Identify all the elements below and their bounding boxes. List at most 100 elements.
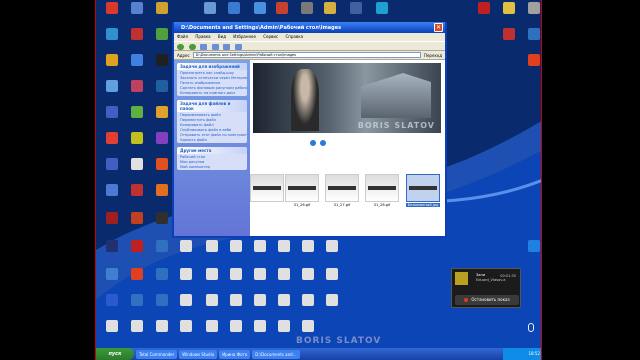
stop-show-button[interactable]: Остановить показ <box>455 295 519 305</box>
desktop-icon[interactable] <box>272 268 296 281</box>
taskbar-button[interactable]: Total Commander <box>136 349 178 359</box>
forward-icon[interactable] <box>188 44 196 50</box>
desktop-icon[interactable] <box>100 106 124 119</box>
desktop-icon[interactable] <box>248 320 272 333</box>
menu-help[interactable]: Справка <box>285 34 303 39</box>
desktop-icon[interactable] <box>125 2 149 15</box>
image-preview[interactable]: BORIS SLATOV <box>253 63 441 133</box>
desktop-icon[interactable] <box>320 268 344 281</box>
desktop-icon[interactable] <box>100 132 124 145</box>
go-button[interactable]: Переход <box>424 53 442 58</box>
desktop-icon[interactable] <box>318 2 342 15</box>
previous-icon[interactable] <box>310 140 316 146</box>
close-button[interactable]: ✕ <box>434 23 443 32</box>
desktop-icon[interactable] <box>100 2 124 15</box>
system-tray-clock[interactable]: 18:52 <box>503 348 541 360</box>
desktop-icon[interactable] <box>200 320 224 333</box>
panel-header[interactable]: Другие места <box>177 147 247 155</box>
explorer-window[interactable]: D:\Documents and Settings\Admin\Рабочий … <box>172 22 447 238</box>
desktop-icon[interactable] <box>472 2 496 15</box>
desktop-icon[interactable] <box>224 294 248 307</box>
panel-header[interactable]: Задачи для изображений <box>177 63 247 70</box>
menu-edit[interactable]: Правка <box>195 34 210 39</box>
desktop-icon[interactable] <box>272 320 296 333</box>
thumbnail-item[interactable]: Безымянный.jpg <box>406 174 440 207</box>
desktop-icon[interactable] <box>125 106 149 119</box>
desktop-icon[interactable] <box>174 294 198 307</box>
desktop-icon[interactable] <box>272 294 296 307</box>
desktop-icon[interactable] <box>174 320 198 333</box>
thumbnail-item[interactable]: 31_28.gif <box>365 174 399 207</box>
menu-tools[interactable]: Сервис <box>263 34 278 39</box>
desktop-icon[interactable] <box>497 2 521 15</box>
desktop-icon[interactable] <box>296 268 320 281</box>
desktop-icon[interactable] <box>296 320 320 333</box>
next-icon[interactable] <box>319 140 326 146</box>
window-title[interactable]: D:\Documents and Settings\Admin\Рабочий … <box>174 22 445 33</box>
desktop-icon[interactable] <box>150 294 174 307</box>
desktop-icon[interactable] <box>150 184 174 197</box>
desktop-icon[interactable] <box>150 80 174 93</box>
task-copy-cd[interactable]: Копировать на компакт-диск <box>177 91 247 96</box>
desktop-icon[interactable] <box>224 240 248 253</box>
address-input[interactable]: D:\Documents and Settings\Admin\Рабочий … <box>192 52 421 58</box>
desktop-icon[interactable] <box>296 294 320 307</box>
desktop-icon[interactable] <box>150 320 174 333</box>
desktop-icon[interactable] <box>100 28 124 41</box>
desktop-icon[interactable] <box>125 158 149 171</box>
desktop-icon[interactable] <box>125 268 149 281</box>
desktop-icon[interactable] <box>150 132 174 145</box>
taskbar-button[interactable]: Windows Studio <box>179 349 218 359</box>
desktop-icon[interactable] <box>320 240 344 253</box>
folders-icon[interactable] <box>223 44 231 50</box>
desktop-icon[interactable] <box>150 268 174 281</box>
desktop-icon[interactable] <box>370 2 394 15</box>
start-button[interactable]: пуск <box>96 348 134 360</box>
desktop-icon[interactable] <box>100 240 124 253</box>
desktop-icon[interactable] <box>295 2 319 15</box>
desktop-icon[interactable] <box>200 268 224 281</box>
desktop-icon[interactable] <box>125 184 149 197</box>
place-my-computer[interactable]: Мой компьютер <box>177 164 247 169</box>
desktop-icon[interactable] <box>150 2 174 15</box>
desktop-icon[interactable] <box>198 2 222 15</box>
views-icon[interactable] <box>234 44 242 50</box>
desktop-icon[interactable] <box>150 106 174 119</box>
desktop-icon[interactable] <box>125 132 149 145</box>
task-delete[interactable]: Удалить файл <box>177 138 247 143</box>
desktop-icon[interactable] <box>100 268 124 281</box>
desktop-icon[interactable] <box>248 268 272 281</box>
desktop-icon[interactable] <box>150 158 174 171</box>
desktop-icon[interactable] <box>522 54 541 67</box>
desktop-icon[interactable] <box>320 294 344 307</box>
desktop-icon[interactable] <box>174 240 198 253</box>
desktop-icon[interactable] <box>272 240 296 253</box>
task-order-prints[interactable]: Заказать отпечатки через Интернет <box>177 75 247 80</box>
desktop-icon[interactable] <box>296 240 320 253</box>
desktop-icon[interactable] <box>222 2 246 15</box>
taskbar-button[interactable]: D:\Documents and... <box>252 349 300 359</box>
desktop-icon[interactable] <box>522 240 541 253</box>
desktop-icon[interactable] <box>200 294 224 307</box>
panel-header[interactable]: Задачи для файлов и папок <box>177 99 247 112</box>
thumbnail-item[interactable]: 31_27.gif <box>325 174 359 207</box>
desktop-icon[interactable] <box>125 212 149 225</box>
desktop-icon[interactable] <box>200 240 224 253</box>
desktop-icon[interactable] <box>224 268 248 281</box>
desktop-icon[interactable] <box>125 54 149 67</box>
menu-favorites[interactable]: Избранное <box>233 34 256 39</box>
desktop-icon[interactable] <box>100 320 124 333</box>
desktop-icon[interactable] <box>125 320 149 333</box>
desktop-icon[interactable] <box>125 28 149 41</box>
desktop-icon[interactable] <box>248 294 272 307</box>
desktop-icon[interactable] <box>174 268 198 281</box>
desktop-icon[interactable] <box>100 80 124 93</box>
desktop-icon[interactable] <box>100 294 124 307</box>
desktop-icon[interactable] <box>125 80 149 93</box>
desktop-icon[interactable] <box>150 240 174 253</box>
task-set-wallpaper[interactable]: Сделать фоновым рисунком рабочего стола <box>177 86 247 91</box>
desktop-icon[interactable] <box>125 294 149 307</box>
thumbnail-item[interactable]: 31_26.gif <box>285 174 319 207</box>
up-folder-icon[interactable] <box>200 44 208 50</box>
desktop-icon[interactable] <box>248 240 272 253</box>
